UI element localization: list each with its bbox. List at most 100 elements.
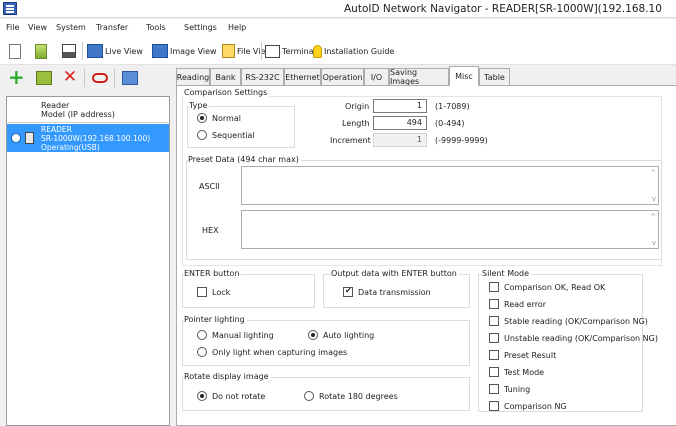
image-view-icon bbox=[152, 44, 168, 58]
ascii-textarea[interactable]: ^ v bbox=[241, 166, 659, 205]
add-device-button[interactable]: + bbox=[8, 65, 25, 89]
delete-icon: ✕ bbox=[62, 67, 78, 87]
delete-device-button[interactable]: ✕ bbox=[62, 69, 78, 87]
tab-misc[interactable]: Misc bbox=[449, 66, 479, 86]
radio-selected-icon bbox=[308, 330, 318, 340]
preset-data-title: Preset Data (494 char max) bbox=[188, 155, 301, 164]
increment-label: Increment bbox=[330, 136, 371, 145]
silent-comparison-ok-checkbox[interactable]: Comparison OK, Read OK bbox=[489, 282, 605, 292]
type-normal-label: Normal bbox=[212, 113, 241, 123]
auto-lighting-radio[interactable]: Auto lighting bbox=[308, 330, 374, 340]
app-icon[interactable] bbox=[3, 2, 17, 15]
checkbox-unchecked-icon bbox=[489, 367, 499, 377]
type-sequential-label: Sequential bbox=[212, 130, 255, 140]
new-file-button[interactable] bbox=[9, 42, 21, 60]
radio-empty-icon bbox=[197, 330, 207, 340]
device-list-header: Reader Model (IP address) bbox=[7, 97, 169, 123]
comparison-settings-title: Comparison Settings bbox=[184, 88, 270, 97]
silent-mode-title: Silent Mode bbox=[482, 269, 531, 278]
silent-item-label: Tuning bbox=[504, 384, 531, 394]
tab-table[interactable]: Table bbox=[479, 68, 510, 85]
type-title: Type bbox=[189, 101, 210, 110]
capturing-lighting-radio[interactable]: Only light when capturing images bbox=[197, 347, 347, 357]
origin-input[interactable]: 1 bbox=[373, 99, 427, 113]
header-reader: Reader bbox=[41, 101, 70, 110]
toolbar-divider bbox=[261, 42, 262, 60]
menu-bar: File View System Transfer Tools Settings… bbox=[0, 19, 676, 37]
menu-system[interactable]: System bbox=[56, 23, 86, 32]
scroll-down-icon[interactable]: v bbox=[652, 195, 656, 203]
terminal-button[interactable]: Terminal bbox=[265, 42, 316, 60]
installation-guide-label: Installation Guide bbox=[324, 46, 395, 56]
hex-textarea[interactable]: ^ v bbox=[241, 210, 659, 249]
silent-item-label: Read error bbox=[504, 299, 547, 309]
no-rotate-radio[interactable]: Do not rotate bbox=[197, 391, 265, 401]
disconnect-button[interactable] bbox=[92, 69, 108, 87]
checkbox-unchecked-icon bbox=[489, 350, 499, 360]
installation-guide-button[interactable]: Installation Guide bbox=[313, 42, 394, 60]
manual-lighting-radio[interactable]: Manual lighting bbox=[197, 330, 274, 340]
length-input[interactable]: 494 bbox=[373, 116, 427, 130]
toolbar-divider bbox=[84, 69, 85, 87]
radio-empty-icon bbox=[197, 130, 207, 140]
silent-comparison-ng-checkbox[interactable]: Comparison NG bbox=[489, 401, 567, 411]
type-sequential-radio[interactable]: Sequential bbox=[197, 130, 255, 140]
menu-tools[interactable]: Tools bbox=[146, 23, 166, 32]
enter-button-title: ENTER button bbox=[184, 269, 242, 278]
menu-file[interactable]: File bbox=[6, 23, 19, 32]
silent-read-error-checkbox[interactable]: Read error bbox=[489, 299, 546, 309]
silent-tuning-checkbox[interactable]: Tuning bbox=[489, 384, 530, 394]
radio-selected-icon bbox=[197, 391, 207, 401]
toolbar-divider bbox=[82, 42, 83, 60]
tab-reading[interactable]: Reading bbox=[176, 68, 210, 85]
data-transmission-label: Data transmission bbox=[358, 287, 431, 297]
data-transmission-checkbox[interactable]: Data transmission bbox=[343, 286, 431, 297]
tab-operation[interactable]: Operation bbox=[321, 68, 364, 85]
menu-settings[interactable]: Settings bbox=[184, 23, 217, 32]
image-view-button[interactable]: Image View bbox=[152, 42, 217, 60]
type-normal-radio[interactable]: Normal bbox=[197, 113, 241, 123]
silent-preset-result-checkbox[interactable]: Preset Result bbox=[489, 350, 556, 360]
silent-stable-reading-checkbox[interactable]: Stable reading (OK/Comparison NG) bbox=[489, 316, 648, 326]
menu-view[interactable]: View bbox=[28, 23, 47, 32]
scroll-down-icon[interactable]: v bbox=[652, 239, 656, 247]
rotate-180-label: Rotate 180 degrees bbox=[319, 391, 398, 401]
plus-icon: + bbox=[8, 65, 25, 89]
silent-unstable-reading-checkbox[interactable]: Unstable reading (OK/Comparison NG) bbox=[489, 333, 658, 343]
tab-saving-images[interactable]: Saving Images bbox=[389, 68, 449, 86]
rotate-180-radio[interactable]: Rotate 180 degrees bbox=[304, 391, 398, 401]
tab-io[interactable]: I/O bbox=[364, 68, 389, 85]
ascii-label: ASCII bbox=[199, 182, 220, 191]
transfer-button[interactable] bbox=[122, 69, 138, 87]
menu-help[interactable]: Help bbox=[228, 23, 246, 32]
network-search-button[interactable] bbox=[36, 69, 52, 87]
tab-bank[interactable]: Bank bbox=[210, 68, 241, 85]
increment-range: (-9999-9999) bbox=[435, 136, 488, 145]
checkbox-unchecked-icon bbox=[489, 384, 499, 394]
tab-rs232c[interactable]: RS-232C bbox=[241, 68, 284, 85]
silent-item-label: Comparison OK, Read OK bbox=[504, 282, 606, 292]
live-view-button[interactable]: Live View bbox=[87, 42, 143, 60]
lightbulb-icon bbox=[313, 44, 322, 58]
file-view-icon bbox=[222, 44, 235, 58]
lock-checkbox[interactable]: Lock bbox=[197, 287, 230, 297]
settings-tabs: Reading Bank RS-232C Ethernet Operation … bbox=[176, 66, 676, 86]
open-file-button[interactable] bbox=[35, 42, 47, 60]
save-button[interactable] bbox=[62, 42, 76, 60]
window-title: AutoID Network Navigator - READER[SR-100… bbox=[344, 3, 662, 15]
device-row[interactable]: READER SR-1000W(192.168.100.100) Operati… bbox=[7, 124, 169, 152]
menu-transfer[interactable]: Transfer bbox=[96, 23, 128, 32]
radio-empty-icon bbox=[304, 391, 314, 401]
silent-test-mode-checkbox[interactable]: Test Mode bbox=[489, 367, 544, 377]
checkbox-unchecked-icon bbox=[489, 282, 499, 292]
transfer-icon bbox=[122, 71, 138, 85]
auto-lighting-label: Auto lighting bbox=[323, 330, 375, 340]
scroll-up-icon[interactable]: ^ bbox=[650, 169, 656, 177]
increment-input[interactable]: 1 bbox=[373, 133, 427, 147]
scroll-up-icon[interactable]: ^ bbox=[650, 213, 656, 221]
selected-radio-icon bbox=[11, 133, 21, 143]
tab-ethernet[interactable]: Ethernet bbox=[284, 68, 321, 85]
origin-range: (1-7089) bbox=[435, 102, 470, 111]
checkbox-checked-icon bbox=[343, 286, 353, 297]
pointer-lighting-group bbox=[182, 320, 470, 366]
